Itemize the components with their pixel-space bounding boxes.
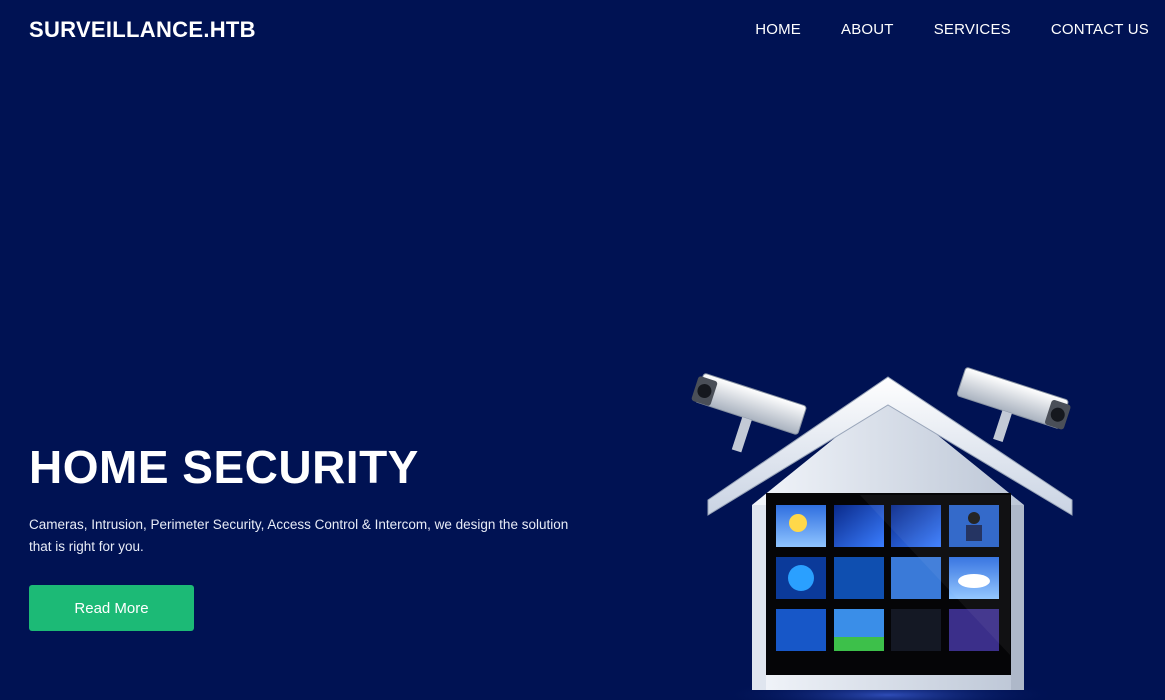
hero-description: Cameras, Intrusion, Perimeter Security, … xyxy=(29,517,569,554)
nav-services[interactable]: SERVICES xyxy=(934,21,1011,38)
hero-title: HOME SECURITY xyxy=(29,441,419,493)
main-nav: HOME ABOUT SERVICES CONTACT US xyxy=(715,21,1149,38)
site-logo[interactable]: SURVEILLANCE.HTB xyxy=(29,17,256,43)
house-security-camera-icon xyxy=(691,367,1073,700)
nav-contact-us[interactable]: CONTACT US xyxy=(1051,21,1149,38)
nav-about[interactable]: ABOUT xyxy=(841,21,894,38)
read-more-button[interactable]: Read More xyxy=(29,585,194,631)
nav-home[interactable]: HOME xyxy=(755,21,801,38)
page: SURVEILLANCE.HTB HOME ABOUT SERVICES CON… xyxy=(0,0,1165,700)
